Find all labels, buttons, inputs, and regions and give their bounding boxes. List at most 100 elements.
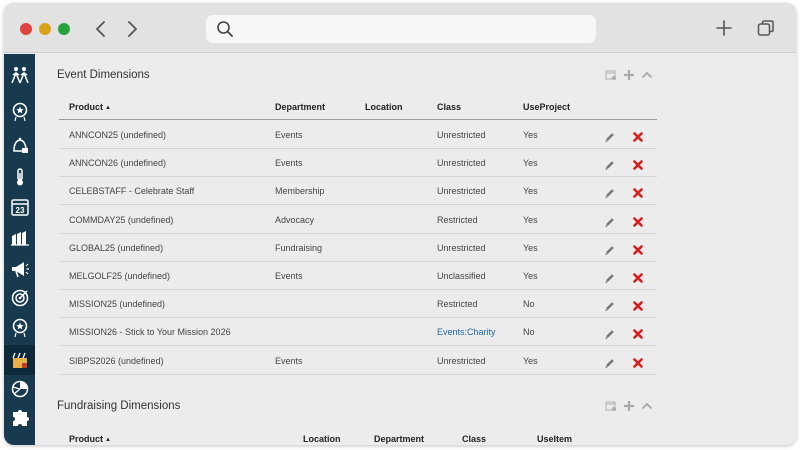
pencil-icon [605, 161, 614, 171]
plus-icon [624, 401, 634, 411]
cell-class: Unclassified [437, 271, 486, 281]
cell-product: ANNCON25 (undefined) [69, 130, 167, 140]
edit-row-button[interactable] [604, 299, 616, 312]
table-row[interactable]: COMMDAY25 (undefined) Advocacy Restricted Y… [59, 206, 657, 234]
filter-settings-button[interactable] [604, 68, 618, 82]
delete-row-button[interactable] [632, 327, 644, 340]
add-dimension-button[interactable] [622, 399, 636, 413]
plus-icon [716, 20, 732, 36]
column-header-department[interactable]: Department [374, 434, 424, 444]
table-row[interactable]: ANNCON25 (undefined) Events Unrestricted Ye… [59, 121, 657, 149]
column-header-location[interactable]: Location [303, 434, 341, 444]
cell-useproject: Yes [523, 186, 538, 197]
edit-row-button[interactable] [604, 271, 616, 283]
delete-row-button[interactable] [632, 271, 644, 283]
pencil-icon [605, 133, 614, 142]
event-dimensions-tools [604, 68, 654, 82]
cell-useproject: Yes [523, 214, 538, 225]
pencil-icon [605, 189, 614, 199]
column-header-useproject[interactable]: UseProject [523, 102, 570, 112]
table-row[interactable]: SIBPS2026 (undefined) Events Unrestricted Y… [59, 347, 657, 375]
table-row[interactable]: CELEBSTAFF - Celebrate Staff Membership Un… [59, 177, 657, 206]
cell-product: MELGOLF25 (undefined) [69, 271, 171, 281]
chevron-up-icon [641, 71, 653, 79]
address-bar[interactable] [206, 15, 596, 43]
sidebar-item-people[interactable] [4, 60, 35, 90]
delete-x-icon [633, 132, 643, 142]
delete-row-button[interactable] [632, 130, 644, 142]
delete-x-icon [633, 301, 643, 311]
table-row[interactable]: ANNCON26 (undefined) Events Unrestricted Ye… [59, 149, 657, 178]
cell-product: MISSION26 - Stick to Your Mission 2026 [69, 327, 231, 338]
edit-row-button[interactable] [604, 158, 616, 171]
column-header-department[interactable]: Department [275, 102, 325, 112]
sort-ascending-icon: ▲ [105, 105, 111, 111]
browser-window: 23 Event Dimensions Product ▲ Department… [4, 3, 796, 445]
new-tab-button[interactable] [712, 16, 736, 40]
column-header-class[interactable]: Class [462, 434, 486, 444]
cell-department: Events [275, 271, 303, 281]
filter-settings-button[interactable] [604, 399, 618, 413]
fundraising-dimensions-title: Fundraising Dimensions [57, 400, 181, 412]
delete-row-button[interactable] [632, 158, 644, 170]
star-badge-icon [12, 318, 27, 338]
delete-row-button[interactable] [632, 186, 644, 199]
column-header-location[interactable]: Location [365, 102, 403, 112]
maximize-window-button[interactable] [58, 23, 70, 35]
pencil-icon [605, 274, 614, 283]
sidebar-item-health[interactable] [4, 162, 35, 192]
edit-row-button[interactable] [604, 243, 616, 255]
chevron-right-icon [128, 21, 137, 37]
minimize-window-button[interactable] [39, 23, 51, 35]
cell-class: Unrestricted [437, 130, 486, 140]
sidebar-item-calendar[interactable]: 23 [4, 192, 35, 222]
pencil-icon [605, 245, 614, 255]
sidebar-item-notifications[interactable] [4, 131, 35, 161]
delete-row-button[interactable] [632, 215, 644, 227]
back-button[interactable] [90, 17, 112, 41]
sidebar-item-analytics[interactable] [4, 374, 35, 404]
column-header-class[interactable]: Class [437, 102, 461, 112]
table-row[interactable]: MISSION26 - Stick to Your Mission 2026 Ev… [59, 318, 657, 347]
chevron-up-icon [641, 402, 653, 410]
delete-row-button[interactable] [632, 299, 644, 311]
event-dimensions-title: Event Dimensions [57, 69, 150, 81]
cell-class: Unrestricted [437, 355, 486, 366]
sidebar-item-integrations[interactable] [4, 404, 35, 434]
cell-product: COMMDAY25 (undefined) [69, 214, 174, 225]
edit-row-button[interactable] [604, 215, 616, 227]
sidebar-item-reports[interactable] [4, 223, 35, 253]
delete-row-button[interactable] [632, 356, 644, 368]
cell-class[interactable]: Events:Charity [437, 327, 496, 337]
table-row[interactable]: MELGOLF25 (undefined) Events Unclassified Y… [59, 262, 657, 290]
delete-x-icon [633, 357, 643, 368]
sidebar-item-events[interactable] [4, 345, 35, 375]
edit-row-button[interactable] [604, 130, 616, 142]
forward-button[interactable] [121, 17, 143, 41]
column-header-useitem[interactable]: UseItem [537, 434, 572, 444]
puzzle-icon [12, 410, 29, 426]
cell-useproject: Yes [523, 355, 538, 366]
delete-row-button[interactable] [632, 243, 644, 255]
sidebar-item-awards[interactable] [4, 97, 35, 127]
collapse-section-button[interactable] [640, 399, 654, 413]
sidebar-item-recognition[interactable] [4, 313, 35, 343]
edit-row-button[interactable] [604, 356, 616, 368]
sidebar-item-goals[interactable] [4, 283, 35, 313]
fundraising-dimensions-tools [604, 399, 654, 413]
tab-overview-button[interactable] [754, 16, 778, 40]
edit-row-button[interactable] [604, 186, 616, 199]
table-row[interactable]: MISSION25 (undefined) Restricted No [59, 290, 657, 319]
cell-product: GLOBAL25 (undefined) [69, 242, 164, 253]
add-dimension-button[interactable] [622, 68, 636, 82]
sidebar-item-campaigns[interactable] [4, 254, 35, 284]
column-header-product[interactable]: Product ▲ [69, 434, 111, 444]
cell-department: Fundraising [275, 242, 323, 253]
cell-class: Unrestricted [437, 186, 486, 197]
edit-row-button[interactable] [604, 327, 616, 340]
table-row[interactable]: GLOBAL25 (undefined) Fundraising Unrestric… [59, 234, 657, 262]
column-header-product[interactable]: Product ▲ [69, 102, 111, 112]
close-window-button[interactable] [20, 23, 32, 35]
cell-class: Restricted [437, 214, 478, 225]
collapse-section-button[interactable] [640, 68, 654, 82]
